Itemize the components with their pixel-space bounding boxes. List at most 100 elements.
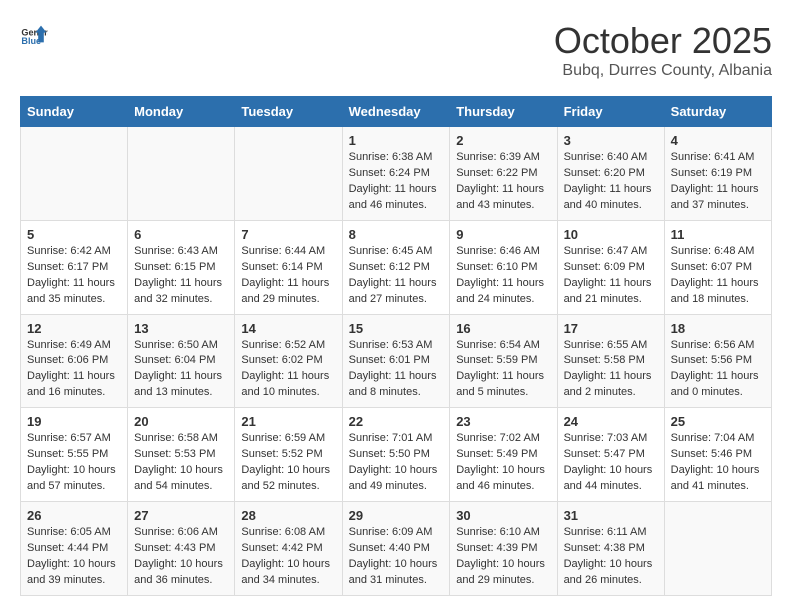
header: General Blue October 2025 Bubq, Durres C… [20, 20, 772, 80]
day-number: 16 [456, 321, 550, 336]
day-number: 13 [134, 321, 228, 336]
table-row [235, 127, 342, 221]
calendar-table: Sunday Monday Tuesday Wednesday Thursday… [20, 96, 772, 596]
day-number: 2 [456, 133, 550, 148]
table-row [664, 502, 771, 596]
day-info: Sunrise: 6:55 AM Sunset: 5:58 PM Dayligh… [564, 338, 658, 402]
table-row: 13 Sunrise: 6:50 AM Sunset: 6:04 PM Dayli… [128, 314, 235, 408]
day-info: Sunrise: 6:41 AM Sunset: 6:19 PM Dayligh… [671, 150, 765, 214]
day-info: Sunrise: 6:47 AM Sunset: 6:09 PM Dayligh… [564, 244, 658, 308]
day-number: 7 [241, 227, 335, 242]
day-info: Sunrise: 6:48 AM Sunset: 6:07 PM Dayligh… [671, 244, 765, 308]
day-number: 27 [134, 508, 228, 523]
day-info: Sunrise: 7:02 AM Sunset: 5:49 PM Dayligh… [456, 431, 550, 495]
day-info: Sunrise: 6:50 AM Sunset: 6:04 PM Dayligh… [134, 338, 228, 402]
day-number: 19 [27, 414, 121, 429]
col-thursday: Thursday [450, 97, 557, 127]
table-row: 1 Sunrise: 6:38 AM Sunset: 6:24 PM Daylig… [342, 127, 450, 221]
day-number: 14 [241, 321, 335, 336]
table-row: 22 Sunrise: 7:01 AM Sunset: 5:50 PM Dayli… [342, 408, 450, 502]
day-info: Sunrise: 7:04 AM Sunset: 5:46 PM Dayligh… [671, 431, 765, 495]
day-info: Sunrise: 6:58 AM Sunset: 5:53 PM Dayligh… [134, 431, 228, 495]
day-number: 4 [671, 133, 765, 148]
table-row: 20Sunrise: 6:58 AM Sunset: 5:53 PM Dayli… [128, 408, 235, 502]
table-row: 7 Sunrise: 6:44 AM Sunset: 6:14 PM Daylig… [235, 220, 342, 314]
table-row: 19Sunrise: 6:57 AM Sunset: 5:55 PM Dayli… [21, 408, 128, 502]
month-title: October 2025 [554, 20, 772, 62]
day-number: 6 [134, 227, 228, 242]
location-subtitle: Bubq, Durres County, Albania [554, 62, 772, 80]
title-area: October 2025 Bubq, Durres County, Albani… [554, 20, 772, 80]
day-number: 21 [241, 414, 335, 429]
table-row: 10 Sunrise: 6:47 AM Sunset: 6:09 PM Dayli… [557, 220, 664, 314]
table-row [128, 127, 235, 221]
table-row [21, 127, 128, 221]
day-number: 28 [241, 508, 335, 523]
day-number: 29 [349, 508, 444, 523]
day-number: 22 [349, 414, 444, 429]
table-row: 28 Sunrise: 6:08 AM Sunset: 4:42 PM Dayli… [235, 502, 342, 596]
day-info: Sunrise: 6:46 AM Sunset: 6:10 PM Dayligh… [456, 244, 550, 308]
table-row: 6Sunrise: 6:43 AM Sunset: 6:15 PM Daylig… [128, 220, 235, 314]
table-row: 25Sunrise: 7:04 AM Sunset: 5:46 PM Dayli… [664, 408, 771, 502]
table-row: 27 Sunrise: 6:06 AM Sunset: 4:43 PM Dayli… [128, 502, 235, 596]
day-info: Sunrise: 6:08 AM Sunset: 4:42 PM Dayligh… [241, 525, 335, 589]
day-info: Sunrise: 7:03 AM Sunset: 5:47 PM Dayligh… [564, 431, 658, 495]
table-row: 8 Sunrise: 6:45 AM Sunset: 6:12 PM Daylig… [342, 220, 450, 314]
day-number: 23 [456, 414, 550, 429]
day-info: Sunrise: 6:49 AM Sunset: 6:06 PM Dayligh… [27, 338, 121, 402]
table-row: 26 Sunrise: 6:05 AM Sunset: 4:44 PM Dayli… [21, 502, 128, 596]
day-info: Sunrise: 6:54 AM Sunset: 5:59 PM Dayligh… [456, 338, 550, 402]
day-number: 31 [564, 508, 658, 523]
logo: General Blue [20, 20, 48, 48]
day-number: 26 [27, 508, 121, 523]
calendar-week-row: 26 Sunrise: 6:05 AM Sunset: 4:44 PM Dayli… [21, 502, 772, 596]
table-row: 5Sunrise: 6:42 AM Sunset: 6:17 PM Daylig… [21, 220, 128, 314]
day-number: 17 [564, 321, 658, 336]
table-row: 23 Sunrise: 7:02 AM Sunset: 5:49 PM Dayli… [450, 408, 557, 502]
table-row: 3 Sunrise: 6:40 AM Sunset: 6:20 PM Daylig… [557, 127, 664, 221]
day-info: Sunrise: 6:52 AM Sunset: 6:02 PM Dayligh… [241, 338, 335, 402]
table-row: 9 Sunrise: 6:46 AM Sunset: 6:10 PM Daylig… [450, 220, 557, 314]
day-number: 1 [349, 133, 444, 148]
day-number: 8 [349, 227, 444, 242]
table-row: 24 Sunrise: 7:03 AM Sunset: 5:47 PM Dayli… [557, 408, 664, 502]
table-row: 21Sunrise: 6:59 AM Sunset: 5:52 PM Dayli… [235, 408, 342, 502]
col-sunday: Sunday [21, 97, 128, 127]
day-info: Sunrise: 6:06 AM Sunset: 4:43 PM Dayligh… [134, 525, 228, 589]
table-row: 30Sunrise: 6:10 AM Sunset: 4:39 PM Dayli… [450, 502, 557, 596]
calendar-week-row: 1 Sunrise: 6:38 AM Sunset: 6:24 PM Daylig… [21, 127, 772, 221]
calendar-header-row: Sunday Monday Tuesday Wednesday Thursday… [21, 97, 772, 127]
col-tuesday: Tuesday [235, 97, 342, 127]
calendar-week-row: 12 Sunrise: 6:49 AM Sunset: 6:06 PM Dayli… [21, 314, 772, 408]
col-friday: Friday [557, 97, 664, 127]
table-row: 12 Sunrise: 6:49 AM Sunset: 6:06 PM Dayli… [21, 314, 128, 408]
calendar-week-row: 19Sunrise: 6:57 AM Sunset: 5:55 PM Dayli… [21, 408, 772, 502]
day-info: Sunrise: 6:53 AM Sunset: 6:01 PM Dayligh… [349, 338, 444, 402]
day-number: 15 [349, 321, 444, 336]
col-wednesday: Wednesday [342, 97, 450, 127]
day-info: Sunrise: 6:45 AM Sunset: 6:12 PM Dayligh… [349, 244, 444, 308]
day-number: 11 [671, 227, 765, 242]
day-info: Sunrise: 6:05 AM Sunset: 4:44 PM Dayligh… [27, 525, 121, 589]
day-number: 24 [564, 414, 658, 429]
day-info: Sunrise: 6:09 AM Sunset: 4:40 PM Dayligh… [349, 525, 444, 589]
day-number: 9 [456, 227, 550, 242]
day-number: 10 [564, 227, 658, 242]
day-info: Sunrise: 7:01 AM Sunset: 5:50 PM Dayligh… [349, 431, 444, 495]
table-row: 15 Sunrise: 6:53 AM Sunset: 6:01 PM Dayli… [342, 314, 450, 408]
day-info: Sunrise: 6:40 AM Sunset: 6:20 PM Dayligh… [564, 150, 658, 214]
day-info: Sunrise: 6:38 AM Sunset: 6:24 PM Dayligh… [349, 150, 444, 214]
day-number: 12 [27, 321, 121, 336]
day-info: Sunrise: 6:44 AM Sunset: 6:14 PM Dayligh… [241, 244, 335, 308]
table-row: 29 Sunrise: 6:09 AM Sunset: 4:40 PM Dayli… [342, 502, 450, 596]
calendar-week-row: 5Sunrise: 6:42 AM Sunset: 6:17 PM Daylig… [21, 220, 772, 314]
table-row: 16 Sunrise: 6:54 AM Sunset: 5:59 PM Dayli… [450, 314, 557, 408]
table-row: 17 Sunrise: 6:55 AM Sunset: 5:58 PM Dayli… [557, 314, 664, 408]
day-number: 3 [564, 133, 658, 148]
day-info: Sunrise: 6:10 AM Sunset: 4:39 PM Dayligh… [456, 525, 550, 589]
logo-icon: General Blue [20, 20, 48, 48]
day-info: Sunrise: 6:56 AM Sunset: 5:56 PM Dayligh… [671, 338, 765, 402]
day-info: Sunrise: 6:39 AM Sunset: 6:22 PM Dayligh… [456, 150, 550, 214]
table-row: 2 Sunrise: 6:39 AM Sunset: 6:22 PM Daylig… [450, 127, 557, 221]
